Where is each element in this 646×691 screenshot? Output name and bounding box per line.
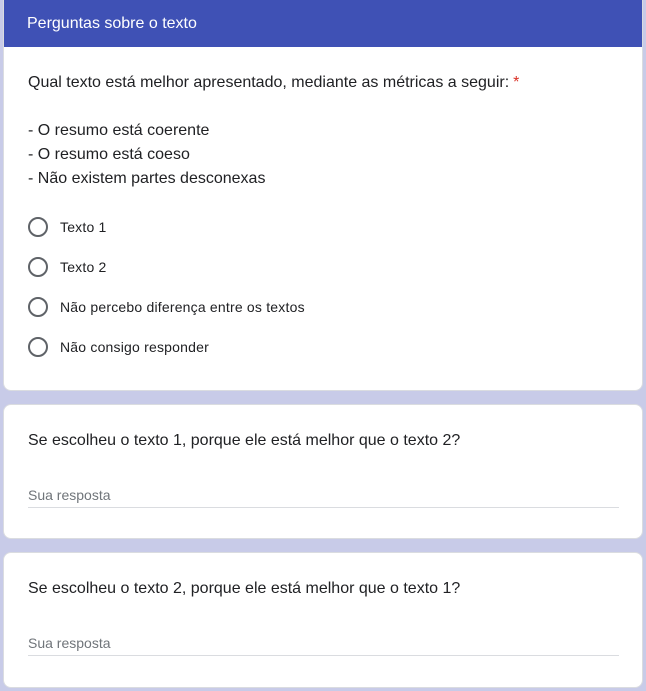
radio-option-no-difference[interactable]: Não percebo diferença entre os textos — [28, 295, 305, 319]
radio-option-label: Texto 1 — [60, 219, 107, 235]
radio-option-texto-1[interactable]: Texto 1 — [28, 215, 107, 239]
question-card-why-texto-1: Se escolheu o texto 1, porque ele está m… — [3, 404, 643, 539]
radio-button[interactable] — [28, 297, 48, 317]
radio-button[interactable] — [28, 217, 48, 237]
description-line: - Não existem partes desconexas — [28, 170, 266, 187]
answer-input[interactable] — [28, 630, 619, 656]
description-line: - O resumo está coerente — [28, 122, 210, 139]
question-title: Se escolheu o texto 1, porque ele está m… — [28, 432, 461, 449]
description-line: - O resumo está coeso — [28, 146, 190, 163]
question-card-main: Perguntas sobre o texto Qual texto está … — [3, 0, 643, 391]
radio-option-label: Texto 2 — [60, 259, 107, 275]
required-asterisk: * — [513, 74, 520, 91]
answer-input[interactable] — [28, 482, 619, 508]
question-title: Se escolheu o texto 2, porque ele está m… — [28, 580, 461, 597]
section-header: Perguntas sobre o texto — [4, 0, 642, 47]
question-description: - O resumo está coerente - O resumo está… — [28, 119, 265, 191]
radio-button[interactable] — [28, 257, 48, 277]
radio-button[interactable] — [28, 337, 48, 357]
radio-option-cannot-answer[interactable]: Não consigo responder — [28, 335, 209, 359]
radio-option-label: Não consigo responder — [60, 339, 209, 355]
radio-option-label: Não percebo diferença entre os textos — [60, 299, 305, 315]
question-title: Qual texto está melhor apresentado, medi… — [28, 71, 519, 95]
question-card-why-texto-2: Se escolheu o texto 2, porque ele está m… — [3, 552, 643, 688]
radio-option-texto-2[interactable]: Texto 2 — [28, 255, 107, 279]
question-title-text: Qual texto está melhor apresentado, medi… — [28, 74, 510, 91]
